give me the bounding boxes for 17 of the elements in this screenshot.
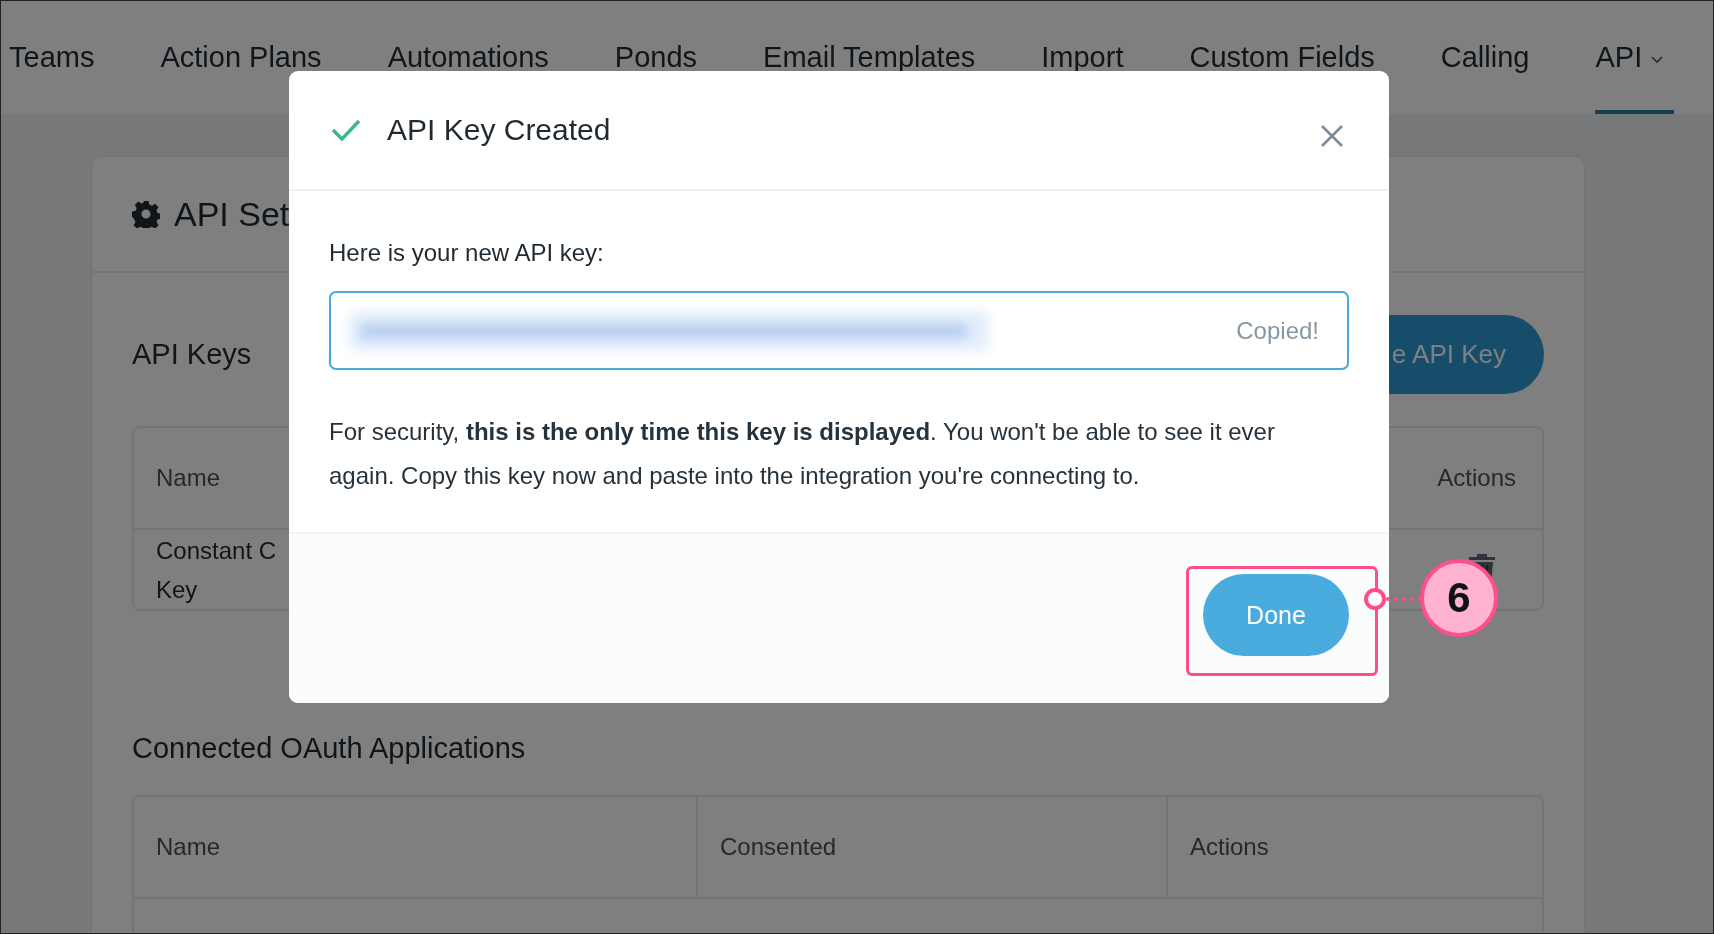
section-title: Connected OAuth Applications (132, 732, 527, 765)
table-cell-text: Constant C Key (156, 535, 277, 605)
column-header: Name (156, 464, 221, 492)
nav-tab[interactable]: Teams (9, 1, 95, 114)
prompt-text: Here is your new API key: (329, 239, 605, 267)
column-header: Name (156, 833, 221, 861)
column-header: Actions (1190, 833, 1269, 861)
nav-tab[interactable]: API (1595, 1, 1675, 114)
card-title: API Set (174, 194, 290, 234)
api-key-field[interactable]: Copied! (329, 291, 1349, 370)
security-notice: For security, this is the only time this key is displayed. You won't be able to see it ever again. Copy this key now and paste into the integration you're connecting to. (329, 417, 1276, 491)
section-title: API Keys (132, 338, 252, 371)
modal-title: API Key Created (387, 113, 612, 147)
done-button[interactable]: Done (1203, 574, 1349, 656)
column-header: Actions (1437, 464, 1516, 492)
column-header: Consented (720, 833, 837, 861)
nav-tab[interactable]: Calling (1440, 1, 1530, 114)
